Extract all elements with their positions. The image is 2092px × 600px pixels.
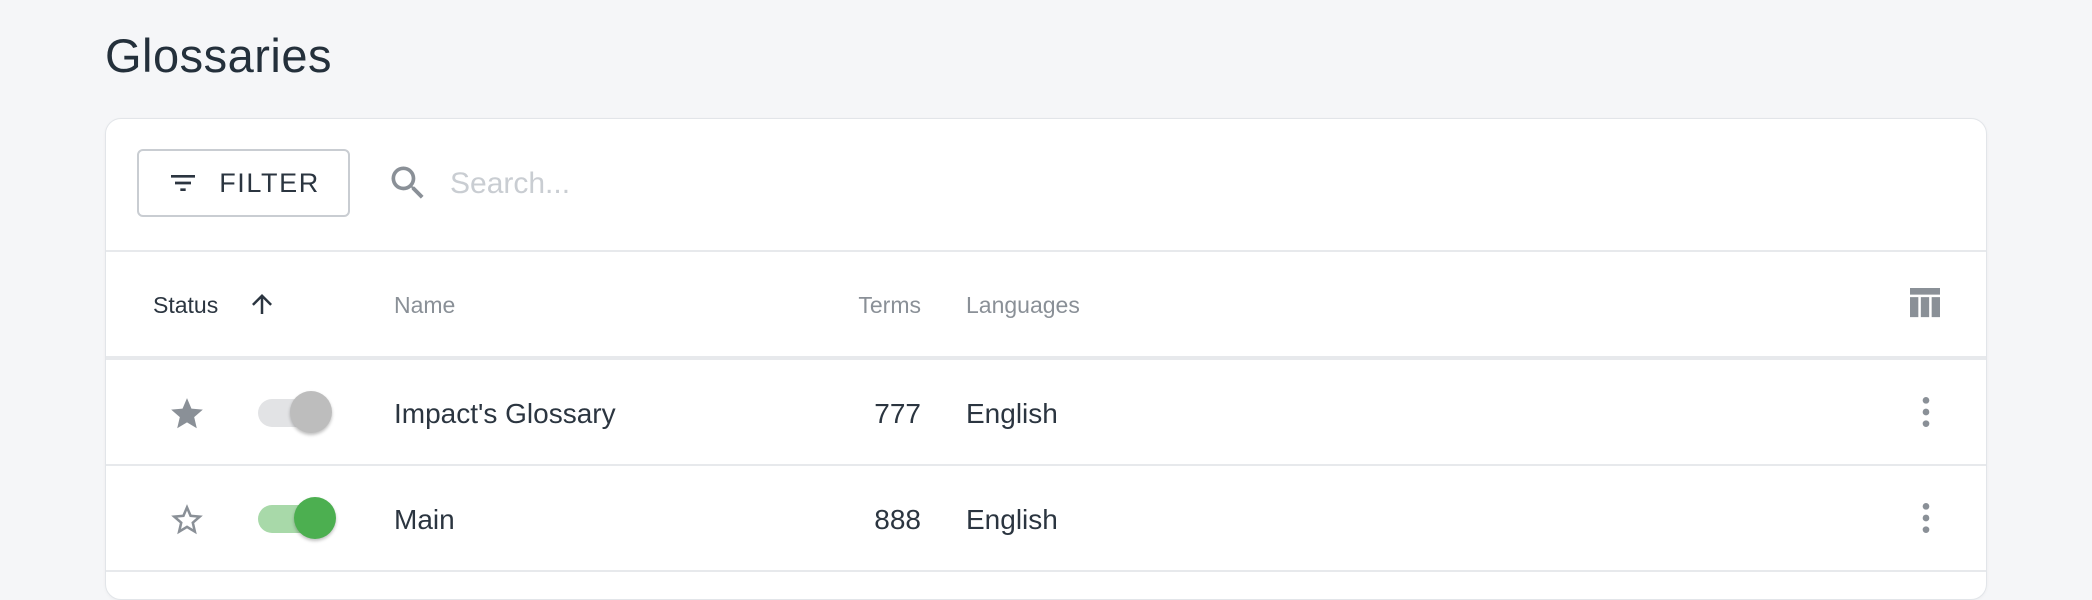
star-filled-icon[interactable]	[168, 395, 206, 433]
enabled-toggle[interactable]	[254, 495, 336, 541]
page-title: Glossaries	[105, 29, 333, 82]
glossary-name[interactable]: Impact's Glossary	[394, 396, 616, 432]
column-header-languages[interactable]: Languages	[966, 290, 1080, 320]
column-header-name[interactable]: Name	[394, 290, 455, 320]
glossary-terms-count: 888	[874, 504, 921, 535]
column-header-terms[interactable]: Terms	[858, 290, 921, 320]
table-header-row: Status Name Terms Languages	[106, 252, 1986, 360]
column-header-status[interactable]: Status	[153, 290, 218, 320]
arrow-up-icon[interactable]	[247, 289, 277, 319]
table-row[interactable]: Main 888 English	[106, 466, 1986, 572]
search-input[interactable]	[448, 155, 1352, 213]
toggle-thumb	[290, 391, 332, 433]
filter-button-label: FILTER	[219, 167, 320, 198]
more-vertical-icon[interactable]	[1906, 498, 1946, 538]
glossary-languages: English	[966, 398, 1058, 429]
search-icon	[391, 166, 424, 199]
glossary-languages: English	[966, 504, 1058, 535]
table-toolbar: FILTER	[106, 119, 1986, 252]
glossaries-table-card: FILTER Status Name Terms Languages	[105, 118, 1987, 600]
more-vertical-icon[interactable]	[1906, 392, 1946, 432]
glossaries-page: Glossaries FILTER Status Name Terms Lang…	[0, 0, 2092, 600]
star-outline-icon[interactable]	[168, 501, 206, 539]
glossary-name[interactable]: Main	[394, 502, 455, 538]
toggle-thumb	[294, 497, 336, 539]
table-row[interactable]: Impact's Glossary 777 English	[106, 360, 1986, 466]
filter-list-icon	[171, 175, 196, 191]
view-columns-icon[interactable]	[1905, 283, 1945, 323]
enabled-toggle[interactable]	[254, 389, 332, 435]
glossary-terms-count: 777	[874, 398, 921, 429]
filter-button[interactable]: FILTER	[137, 149, 350, 217]
